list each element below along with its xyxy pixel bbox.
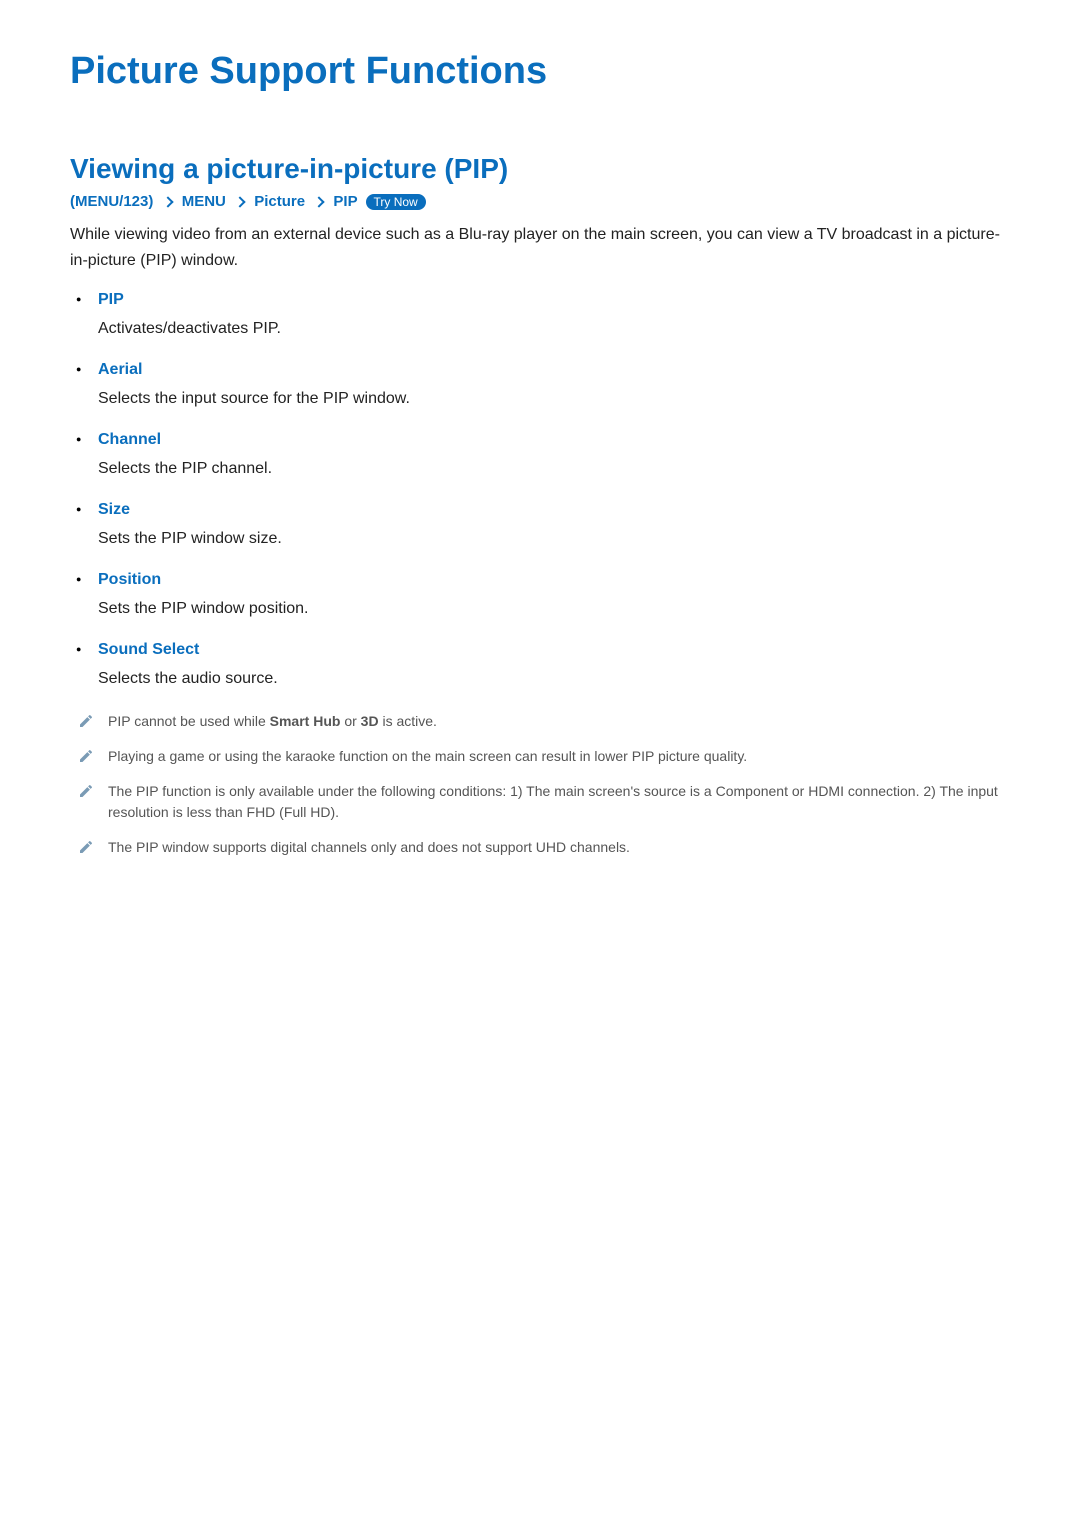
item-desc: Selects the audio source. bbox=[98, 667, 1010, 691]
note-text: The PIP function is only available under… bbox=[108, 781, 1010, 823]
item-title: PIP bbox=[98, 291, 1010, 309]
note-item: The PIP function is only available under… bbox=[78, 781, 1010, 823]
pencil-icon bbox=[78, 713, 94, 729]
note-span: PIP cannot be used while bbox=[108, 713, 270, 729]
list-item: Size Sets the PIP window size. bbox=[98, 501, 1010, 551]
item-title: Channel bbox=[98, 431, 1010, 449]
paren-close: ) bbox=[148, 193, 153, 210]
breadcrumb-part-pip: PIP bbox=[333, 193, 357, 210]
note-em: 3D bbox=[361, 713, 379, 729]
section-title: Viewing a picture-in-picture (PIP) bbox=[70, 153, 1010, 185]
note-item: PIP cannot be used while Smart Hub or 3D… bbox=[78, 711, 1010, 732]
breadcrumb-part-picture: Picture bbox=[254, 193, 305, 210]
try-now-badge[interactable]: Try Now bbox=[366, 194, 426, 210]
breadcrumb: (MENU/123) MENU Picture PIP Try Now bbox=[70, 193, 1010, 210]
pencil-icon bbox=[78, 748, 94, 764]
chevron-right-icon bbox=[314, 196, 325, 207]
page-title: Picture Support Functions bbox=[70, 50, 1010, 93]
note-item: Playing a game or using the karaoke func… bbox=[78, 746, 1010, 767]
item-list: PIP Activates/deactivates PIP. Aerial Se… bbox=[70, 291, 1010, 691]
list-item: Channel Selects the PIP channel. bbox=[98, 431, 1010, 481]
note-span: is active. bbox=[379, 713, 437, 729]
intro-text: While viewing video from an external dev… bbox=[70, 222, 1010, 273]
item-desc: Selects the PIP channel. bbox=[98, 457, 1010, 481]
note-text: PIP cannot be used while Smart Hub or 3D… bbox=[108, 711, 1010, 732]
item-desc: Activates/deactivates PIP. bbox=[98, 317, 1010, 341]
list-item: Position Sets the PIP window position. bbox=[98, 571, 1010, 621]
item-title: Size bbox=[98, 501, 1010, 519]
breadcrumb-part-menu: MENU bbox=[182, 193, 226, 210]
breadcrumb-part-menu123: MENU/123 bbox=[75, 193, 148, 210]
item-desc: Sets the PIP window position. bbox=[98, 597, 1010, 621]
pencil-icon bbox=[78, 839, 94, 855]
item-desc: Sets the PIP window size. bbox=[98, 527, 1010, 551]
list-item: Sound Select Selects the audio source. bbox=[98, 641, 1010, 691]
list-item: PIP Activates/deactivates PIP. bbox=[98, 291, 1010, 341]
pencil-icon bbox=[78, 783, 94, 799]
note-text: Playing a game or using the karaoke func… bbox=[108, 746, 1010, 767]
chevron-right-icon bbox=[162, 196, 173, 207]
note-item: The PIP window supports digital channels… bbox=[78, 837, 1010, 858]
notes-section: PIP cannot be used while Smart Hub or 3D… bbox=[70, 711, 1010, 858]
item-desc: Selects the input source for the PIP win… bbox=[98, 387, 1010, 411]
list-item: Aerial Selects the input source for the … bbox=[98, 361, 1010, 411]
item-title: Position bbox=[98, 571, 1010, 589]
note-em: Smart Hub bbox=[270, 713, 341, 729]
item-title: Aerial bbox=[98, 361, 1010, 379]
chevron-right-icon bbox=[234, 196, 245, 207]
item-title: Sound Select bbox=[98, 641, 1010, 659]
note-span: or bbox=[340, 713, 360, 729]
note-text: The PIP window supports digital channels… bbox=[108, 837, 1010, 858]
